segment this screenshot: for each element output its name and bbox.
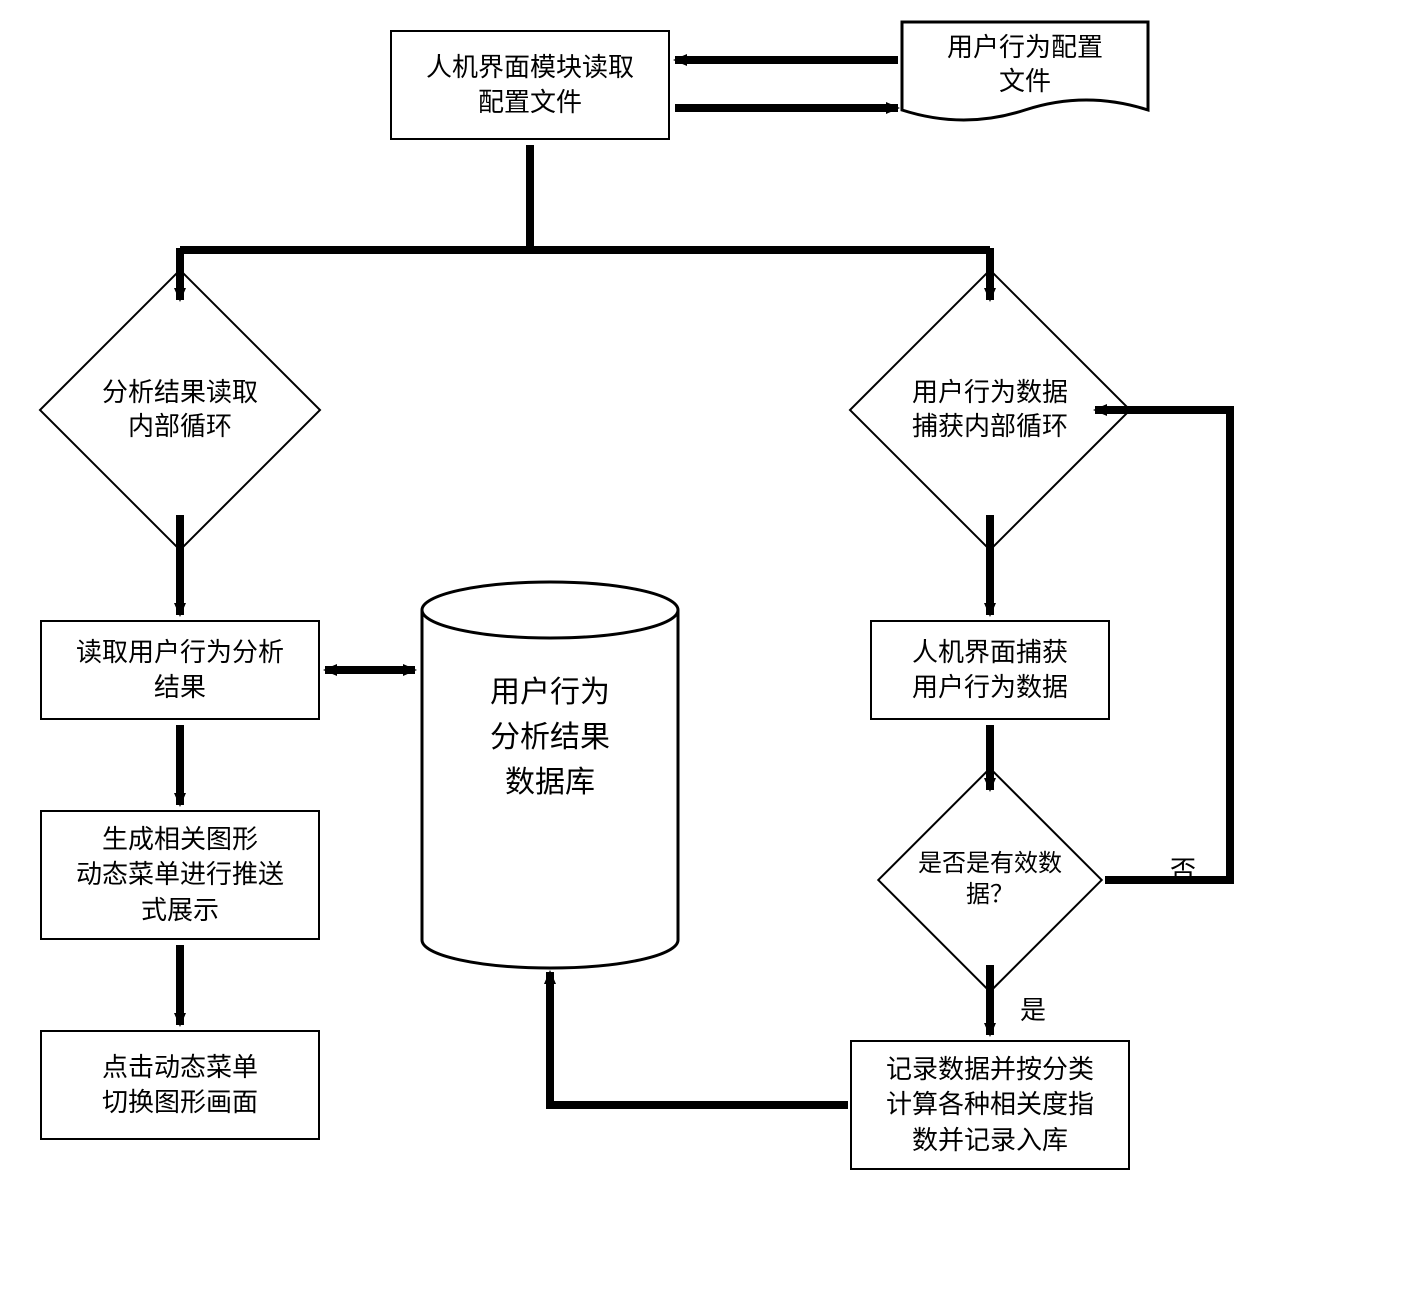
node-gen-menu-text: 生成相关图形 动态菜单进行推送 式展示 — [76, 822, 284, 927]
label-no: 否 — [1170, 850, 1196, 887]
node-left-loop-text: 分析结果读取 内部循环 — [80, 310, 280, 510]
node-capture-text: 人机界面捕获 用户行为数据 — [912, 635, 1068, 705]
node-database-text: 用户行为 分析结果 数据库 — [420, 670, 680, 805]
node-read-result-text: 读取用户行为分析 结果 — [76, 635, 284, 705]
node-click-menu: 点击动态菜单 切换图形画面 — [40, 1030, 320, 1140]
flowchart-canvas: 人机界面模块读取 配置文件 用户行为配置 文件 分析结果读取 内部循环 用户行为… — [20, 20, 1396, 1276]
node-config-file-text: 用户行为配置 文件 — [900, 20, 1150, 110]
node-right-loop: 用户行为数据 捕获内部循环 — [890, 310, 1090, 510]
node-left-loop: 分析结果读取 内部循环 — [80, 310, 280, 510]
node-read-config: 人机界面模块读取 配置文件 — [390, 30, 670, 140]
node-right-loop-text: 用户行为数据 捕获内部循环 — [890, 310, 1090, 510]
node-capture: 人机界面捕获 用户行为数据 — [870, 620, 1110, 720]
node-database: 用户行为 分析结果 数据库 — [420, 580, 680, 970]
node-read-result: 读取用户行为分析 结果 — [40, 620, 320, 720]
node-click-menu-text: 点击动态菜单 切换图形画面 — [102, 1050, 258, 1120]
node-valid: 是否是有效数 据？ — [910, 800, 1070, 960]
node-valid-text: 是否是有效数 据？ — [910, 800, 1070, 960]
node-read-config-text: 人机界面模块读取 配置文件 — [426, 50, 634, 120]
node-record-text: 记录数据并按分类 计算各种相关度指 数并记录入库 — [886, 1052, 1094, 1157]
node-record: 记录数据并按分类 计算各种相关度指 数并记录入库 — [850, 1040, 1130, 1170]
node-gen-menu: 生成相关图形 动态菜单进行推送 式展示 — [40, 810, 320, 940]
label-yes: 是 — [1020, 990, 1046, 1027]
node-config-file: 用户行为配置 文件 — [900, 20, 1150, 130]
